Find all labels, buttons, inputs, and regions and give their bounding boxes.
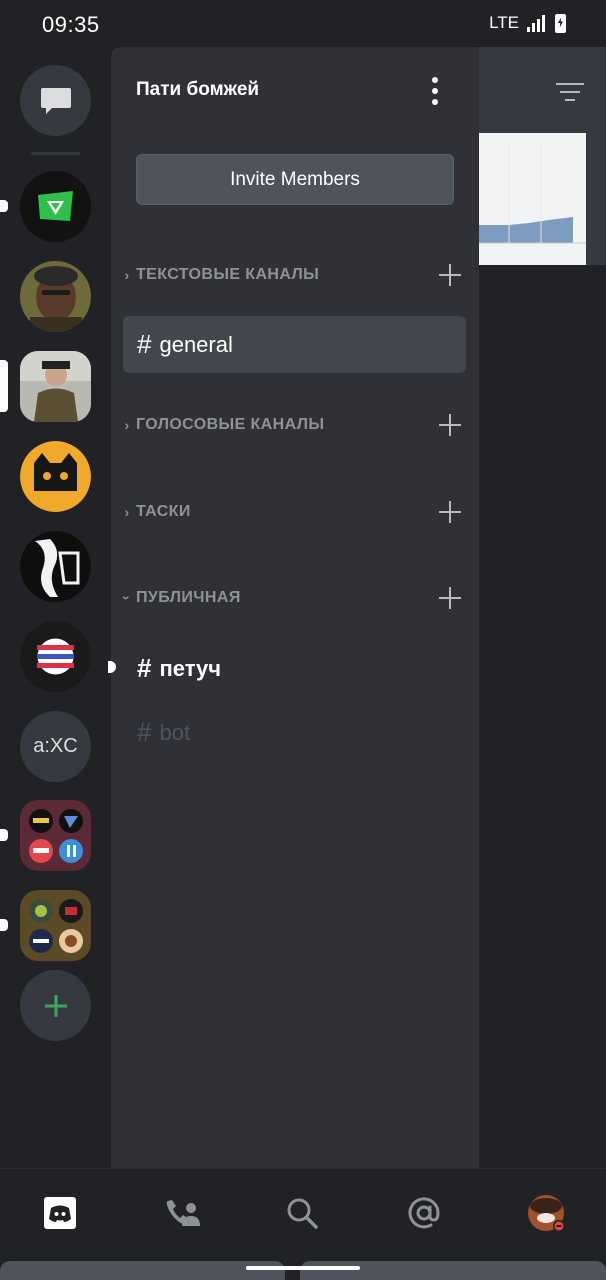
hash-icon: # xyxy=(137,653,152,683)
add-server-button[interactable] xyxy=(20,970,91,1041)
channel-panel: Пати бомжей Invite Members › ТЕКСТОВЫЕ К… xyxy=(108,47,479,1168)
channel-label: bot xyxy=(159,719,191,745)
bottom-nav xyxy=(0,1168,606,1258)
server-bw-art[interactable] xyxy=(20,531,91,602)
chevron-right-icon: › xyxy=(124,504,130,520)
server-face-avatar[interactable] xyxy=(20,261,91,332)
add-channel-icon[interactable] xyxy=(439,497,463,527)
unread-indicator xyxy=(108,661,116,673)
gesture-area xyxy=(0,1258,606,1280)
category-label: ТЕКСТОВЫЕ КАНАЛЫ xyxy=(136,266,320,283)
channel-label: петуч xyxy=(159,655,222,681)
category-label: ТАСКИ xyxy=(136,503,191,520)
search-icon xyxy=(287,1198,318,1229)
folder-icon xyxy=(29,809,83,863)
chevron-down-icon: › xyxy=(119,595,135,601)
status-time: 09:35 xyxy=(42,12,100,37)
server-yellow-mask[interactable] xyxy=(20,441,91,512)
gesture-handle[interactable] xyxy=(246,1266,360,1270)
server-axc[interactable]: a:XC xyxy=(20,711,91,782)
embedded-image xyxy=(479,133,586,265)
add-channel-icon[interactable] xyxy=(439,260,463,290)
selected-pill xyxy=(0,360,8,412)
unread-pill xyxy=(0,919,8,931)
recent-app-card xyxy=(300,1261,606,1280)
category-voice-channels[interactable]: › ГОЛОСОВЫЕ КАНАЛЫ xyxy=(119,410,471,440)
server-name[interactable]: Пати бомжей xyxy=(136,79,259,101)
filter-icon[interactable] xyxy=(556,83,584,103)
profile-avatar xyxy=(528,1195,565,1232)
hash-icon: # xyxy=(137,717,152,747)
add-channel-icon[interactable] xyxy=(439,583,463,613)
striped-circle-logo xyxy=(20,621,91,692)
home-icon xyxy=(44,1197,76,1229)
server-man-photo[interactable] xyxy=(20,351,91,422)
friends-icon xyxy=(166,1200,200,1226)
folder-icon xyxy=(29,899,83,953)
recent-app-card xyxy=(0,1261,285,1280)
home-tab[interactable] xyxy=(38,1191,82,1235)
category-label: ПУБЛИЧНАЯ xyxy=(136,589,241,606)
mentions-tab[interactable] xyxy=(402,1191,446,1235)
server-acronym: a:XC xyxy=(33,735,78,757)
network-type: LTE xyxy=(489,13,519,32)
hash-icon: # xyxy=(137,329,152,359)
channel-label: general xyxy=(159,331,233,357)
chat-area xyxy=(479,265,606,1168)
chat-bubble-icon xyxy=(40,87,71,114)
status-bar: 09:35 LTE xyxy=(0,0,606,47)
chevron-right-icon: › xyxy=(124,267,130,283)
category-public[interactable]: › ПУБЛИЧНАЯ xyxy=(119,583,471,613)
chat-header xyxy=(479,47,606,133)
server-folder-1[interactable] xyxy=(20,800,91,871)
profile-tab[interactable] xyxy=(524,1191,568,1235)
unread-pill xyxy=(0,829,8,841)
signal-icon xyxy=(527,14,547,32)
photo-avatar xyxy=(20,261,91,332)
app-root: 09:35 LTE a:XC Пати бомжей Invite Member… xyxy=(0,0,606,1280)
search-tab[interactable] xyxy=(280,1191,324,1235)
category-tasks[interactable]: › ТАСКИ xyxy=(119,497,471,527)
channel-petuch[interactable]: # петуч xyxy=(123,640,466,697)
chat-peek xyxy=(479,47,606,1168)
chart-thumbnail xyxy=(479,133,586,265)
channel-general[interactable]: # general xyxy=(123,316,466,373)
battery-icon xyxy=(555,13,566,33)
plus-icon xyxy=(44,994,67,1017)
mentions-icon xyxy=(408,1197,440,1229)
photo-avatar xyxy=(20,351,91,422)
bw-art-logo xyxy=(20,531,91,602)
add-channel-icon[interactable] xyxy=(439,410,463,440)
server-stripes[interactable] xyxy=(20,621,91,692)
server-rail: a:XC xyxy=(0,47,111,1168)
invite-members-button[interactable]: Invite Members xyxy=(136,154,454,205)
yellow-mask-logo xyxy=(20,441,91,512)
green-v-logo xyxy=(20,171,91,242)
category-label: ГОЛОСОВЫЕ КАНАЛЫ xyxy=(136,416,325,433)
unread-pill xyxy=(0,200,8,212)
server-folder-2[interactable] xyxy=(20,890,91,961)
rail-divider xyxy=(31,152,80,155)
server-green-v[interactable] xyxy=(20,171,91,242)
channel-bot[interactable]: # bot xyxy=(123,704,466,761)
chevron-right-icon: › xyxy=(124,417,130,433)
direct-messages-button[interactable] xyxy=(20,65,91,136)
more-options-icon[interactable] xyxy=(429,77,441,105)
friends-tab[interactable] xyxy=(160,1191,204,1235)
status-indicators: LTE xyxy=(489,13,566,33)
category-text-channels[interactable]: › ТЕКСТОВЫЕ КАНАЛЫ xyxy=(119,260,471,290)
